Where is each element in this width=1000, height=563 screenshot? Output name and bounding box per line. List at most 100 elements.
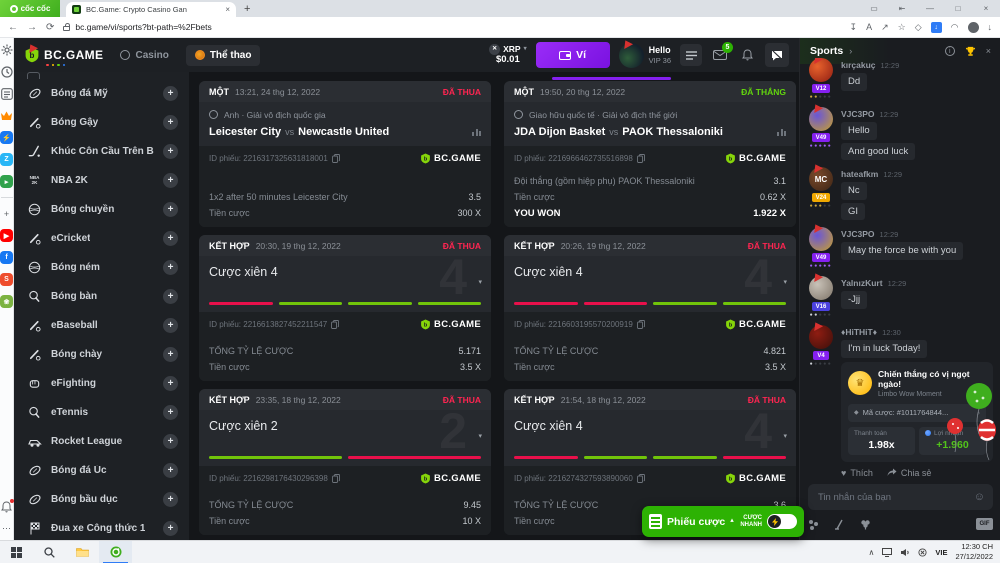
emoji-icon[interactable]: ☺ (974, 491, 985, 503)
close-icon[interactable]: × (972, 4, 1000, 13)
sidebar-item-bong-a-my[interactable]: Bóng đá Mỹ+ (14, 79, 189, 108)
gif-button[interactable]: GIF (976, 518, 993, 530)
tab-close-icon[interactable]: × (225, 5, 230, 14)
share-button[interactable]: Chia sẻ (887, 468, 932, 478)
minimize-icon[interactable]: — (916, 4, 944, 13)
stats-icon[interactable] (777, 129, 786, 136)
user-avatar[interactable] (809, 325, 833, 349)
add-to-favorites-button[interactable]: + (163, 434, 178, 449)
chat-close-icon[interactable]: × (986, 46, 991, 56)
share-icon[interactable]: ↗ (881, 22, 889, 33)
sidebar-item-bong-a-uc[interactable]: Bóng đá Úc+ (14, 456, 189, 485)
browser-tab[interactable]: BC.Game: Crypto Casino Gan × (66, 2, 236, 17)
user-avatar[interactable] (809, 107, 833, 131)
volume-icon[interactable] (900, 548, 910, 557)
add-to-favorites-button[interactable]: + (163, 202, 178, 217)
notifications-button[interactable] (738, 46, 756, 64)
bet-code-row[interactable]: ◆Mã cược: #1011764844...› (848, 404, 986, 422)
disconnect-icon[interactable] (918, 548, 927, 557)
bet-event[interactable]: Cược xiên 44▾ (199, 256, 491, 312)
file-explorer-button[interactable] (66, 541, 99, 563)
bet-card[interactable]: KẾT HỢP20:30, 19 thg 12, 2022ĐÃ THUACược… (199, 235, 491, 381)
chat-toggle-button[interactable] (765, 43, 789, 67)
add-icon[interactable]: + (0, 207, 13, 220)
bet-card[interactable]: KẾT HỢP20:26, 19 thg 12, 2022ĐÃ THUACược… (504, 235, 796, 381)
youtube-icon[interactable]: ▶ (0, 229, 13, 242)
like-button[interactable]: ♥Thích (841, 468, 873, 478)
user-chip[interactable]: Hello VIP 36 (619, 43, 671, 68)
sidebar-item-bong-chuyen[interactable]: Bóng chuyền+ (14, 195, 189, 224)
copy-icon[interactable] (637, 154, 645, 163)
garden-icon[interactable]: ❀ (0, 295, 13, 308)
tray-expand-icon[interactable]: ∧ (869, 548, 875, 557)
copy-icon[interactable] (332, 154, 340, 163)
chevron-down-icon[interactable]: ▾ (783, 432, 787, 440)
translate-icon[interactable]: A (866, 22, 872, 32)
copy-icon[interactable] (332, 474, 340, 483)
bet-event[interactable]: Cược xiên 44▾ (504, 256, 796, 312)
sidebar-item-ua-xe-cong-thuc-1[interactable]: Đua xe Công thức 1+ (14, 514, 189, 540)
chevron-down-icon[interactable]: ▾ (783, 278, 787, 286)
shield-icon[interactable]: ◇ (915, 22, 922, 33)
settings-gear-icon[interactable] (0, 43, 13, 56)
bet-card[interactable]: MỘT19:50, 20 thg 12, 2022ĐÃ THẮNGGiao hữ… (504, 81, 796, 227)
nav-sports[interactable]: Thể thao (186, 45, 261, 66)
profile-icon[interactable] (968, 22, 979, 33)
maximize-icon[interactable]: □ (944, 4, 972, 13)
send-to-device-icon[interactable]: ⇤ (888, 4, 916, 13)
chevron-down-icon[interactable]: ▾ (478, 432, 482, 440)
trophy-icon[interactable] (965, 46, 976, 57)
facebook-icon[interactable]: f (0, 251, 13, 264)
coin-rain-icon[interactable] (808, 519, 819, 530)
copy-icon[interactable] (637, 320, 645, 329)
add-to-favorites-button[interactable]: + (163, 115, 178, 130)
cast-icon[interactable]: ▭ (860, 4, 888, 13)
sidebar-item-nba-2k[interactable]: NBA2KNBA 2K+ (14, 166, 189, 195)
url-field[interactable]: bc.game/vi/sports?bt-path=%2Fbets (63, 22, 211, 32)
add-to-favorites-button[interactable]: + (163, 405, 178, 420)
sidebar-item-ecricket[interactable]: eCricket+ (14, 224, 189, 253)
add-to-favorites-button[interactable]: + (163, 289, 178, 304)
games-icon[interactable]: ▸ (0, 175, 13, 188)
chat-app-icon[interactable]: Z (0, 153, 13, 166)
back-icon[interactable]: ← (8, 22, 18, 33)
stats-icon[interactable] (472, 129, 481, 136)
taskbar-clock[interactable]: 12:30 CH 27/12/2022 (955, 542, 993, 562)
add-to-favorites-button[interactable]: + (163, 347, 178, 362)
balance-selector[interactable]: ✕ XRP ▾ $0.01 (489, 44, 527, 66)
event-teams[interactable]: Leicester CityvsNewcastle United (209, 126, 481, 138)
bcgame-logo[interactable]: b BC.GAME (24, 47, 103, 63)
sidebar-item-khuc-con-cau-tren-bang[interactable]: Khúc Côn Cầu Trên Băng+ (14, 137, 189, 166)
user-avatar[interactable]: MC (809, 167, 833, 191)
user-avatar[interactable] (809, 276, 833, 300)
chat-message-input[interactable] (816, 491, 974, 504)
history-icon[interactable] (0, 65, 13, 78)
bet-list-button[interactable] (680, 44, 702, 66)
event-teams[interactable]: JDA Dijon BasketvsPAOK Thessaloniki (514, 126, 786, 138)
add-to-favorites-button[interactable]: + (163, 492, 178, 507)
coccoc-menu-button[interactable]: cốc cốc (0, 0, 60, 17)
sidebar-item-ebaseball[interactable]: eBaseball+ (14, 311, 189, 340)
bet-card[interactable]: MỘT13:21, 24 thg 12, 2022ĐÃ THUAAnh · Gi… (199, 81, 491, 227)
sidebar-item-efighting[interactable]: eFighting+ (14, 369, 189, 398)
copy-icon[interactable] (637, 474, 645, 483)
messenger-icon[interactable]: ⚡ (0, 131, 13, 144)
taskbar-search-button[interactable] (33, 541, 66, 563)
chat-info-icon[interactable]: i (945, 46, 955, 56)
crown-icon[interactable] (0, 109, 13, 122)
mail-button[interactable]: 5 (711, 46, 729, 64)
more-icon[interactable]: ⋯ (0, 522, 13, 535)
forward-icon[interactable]: → (27, 22, 37, 33)
download-blue-icon[interactable]: ↓ (931, 22, 942, 33)
save-page-icon[interactable]: ↧ (850, 22, 858, 33)
download-icon[interactable]: ↓ (988, 22, 993, 32)
add-to-favorites-button[interactable]: + (163, 260, 178, 275)
sidebar-item-bong-gay[interactable]: Bóng Gậy+ (14, 108, 189, 137)
chat-username[interactable]: kırçakuç (841, 60, 876, 70)
chevron-right-icon[interactable]: › (978, 408, 981, 417)
sidebar-item-etennis[interactable]: eTennis+ (14, 398, 189, 427)
new-tab-button[interactable]: + (236, 0, 258, 17)
add-to-favorites-button[interactable]: + (163, 318, 178, 333)
quickbet-toggle[interactable] (767, 514, 797, 529)
add-to-favorites-button[interactable]: + (163, 231, 178, 246)
